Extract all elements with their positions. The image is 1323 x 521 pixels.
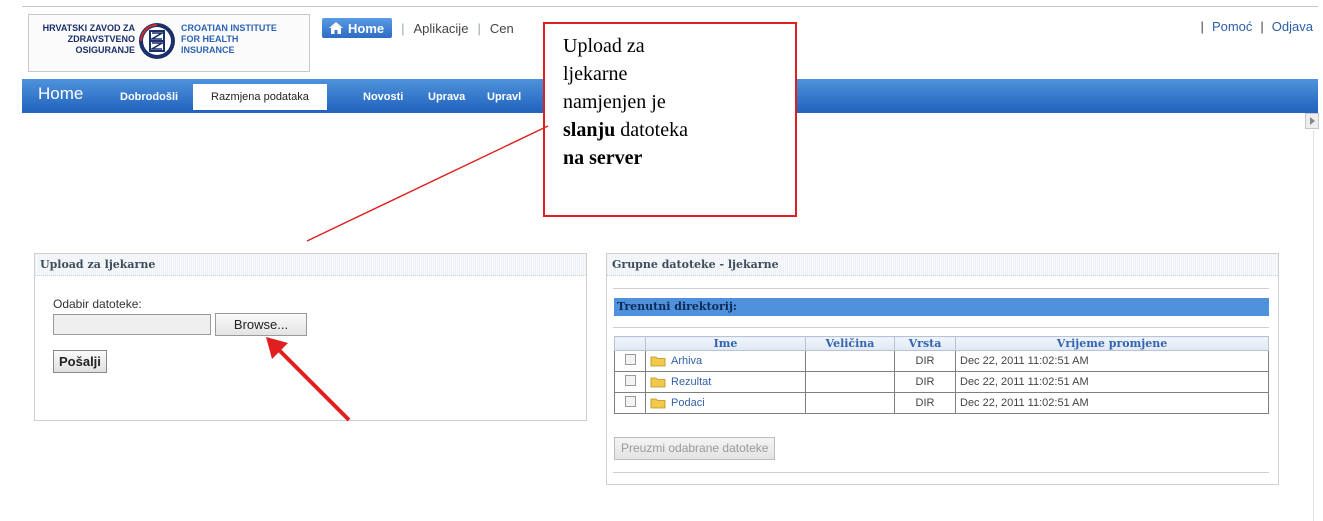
column-size[interactable]: Veličina xyxy=(805,336,895,351)
link-separator: | xyxy=(1260,19,1264,34)
nav-separator: | xyxy=(477,20,481,36)
callout-line: slanju datoteka xyxy=(563,116,777,144)
pomoc-link[interactable]: Pomoć xyxy=(1212,19,1252,34)
browse-button[interactable]: Browse... xyxy=(215,313,307,336)
top-divider xyxy=(22,6,1318,7)
folder-icon xyxy=(650,356,666,367)
home-button[interactable]: Home xyxy=(322,18,393,38)
send-button[interactable]: Pošalji xyxy=(53,350,107,373)
house-icon xyxy=(329,22,343,34)
odjava-link[interactable]: Odjava xyxy=(1272,19,1313,34)
tab-razmjena-podataka[interactable]: Razmjena podataka xyxy=(193,84,327,110)
aplikacije-link[interactable]: Aplikacije xyxy=(414,21,469,36)
group-files-panel: Grupne datoteke - ljekarne Trenutni dire… xyxy=(606,253,1279,485)
tab-dobrodosli[interactable]: Dobrodošli xyxy=(114,84,184,110)
table-row[interactable]: Podaci DIR Dec 22, 2011 11:02:51 AM xyxy=(614,392,1269,414)
cen-link[interactable]: Cen xyxy=(490,21,514,36)
folder-icon xyxy=(650,377,666,388)
callout-pointer-line xyxy=(306,125,549,242)
hzzo-logo[interactable]: HRVATSKI ZAVOD ZA ZDRAVSTVENO OSIGURANJE… xyxy=(28,14,310,72)
file-size xyxy=(805,371,895,393)
table-row[interactable]: Arhiva DIR Dec 22, 2011 11:02:51 AM xyxy=(614,350,1269,372)
file-name[interactable]: Arhiva xyxy=(671,355,702,367)
file-modified: Dec 22, 2011 11:02:51 AM xyxy=(955,371,1269,393)
divider xyxy=(613,472,1269,473)
divider xyxy=(613,288,1269,289)
chevron-right-icon[interactable] xyxy=(1305,113,1319,129)
column-modified[interactable]: Vrijeme promjene xyxy=(955,336,1269,351)
tab-novosti[interactable]: Novosti xyxy=(357,84,409,110)
table-row[interactable]: Rezultat DIR Dec 22, 2011 11:02:51 AM xyxy=(614,371,1269,393)
annotation-callout: Upload za ljekarne namjenjen je slanju d… xyxy=(543,22,797,217)
table-header-row: Ime Veličina Vrsta Vrijeme promjene xyxy=(614,336,1269,351)
top-navigation: Home | Aplikacije | Cen xyxy=(322,17,514,39)
file-name[interactable]: Podaci xyxy=(671,397,705,409)
link-separator: | xyxy=(1200,19,1204,34)
file-select-label: Odabir datoteke: xyxy=(53,297,142,311)
column-select xyxy=(614,336,646,351)
file-path-input[interactable] xyxy=(53,314,211,335)
logo-english-text: CROATIAN INSTITUTE FOR HEALTH INSURANCE xyxy=(181,23,277,55)
hzzo-emblem-icon xyxy=(139,23,175,59)
column-name[interactable]: Ime xyxy=(645,336,806,351)
divider xyxy=(613,327,1269,328)
upload-panel: Upload za ljekarne Odabir datoteke: Brow… xyxy=(34,253,587,421)
row-checkbox[interactable] xyxy=(624,396,636,407)
row-checkbox[interactable] xyxy=(624,354,636,365)
file-type: DIR xyxy=(894,350,956,372)
callout-line: na server xyxy=(563,144,777,172)
logo-croatian-text: HRVATSKI ZAVOD ZA ZDRAVSTVENO OSIGURANJE xyxy=(42,23,135,55)
file-modified: Dec 22, 2011 11:02:51 AM xyxy=(955,350,1269,372)
tab-uprava[interactable]: Uprava xyxy=(422,84,471,110)
upload-panel-title: Upload za ljekarne xyxy=(35,254,586,276)
file-type: DIR xyxy=(894,371,956,393)
files-table: Ime Veličina Vrsta Vrijeme promjene Arhi… xyxy=(614,336,1269,414)
callout-line: namjenjen je xyxy=(563,91,666,113)
tab-upravljanje[interactable]: Upravl xyxy=(481,84,527,110)
nav-separator: | xyxy=(401,20,405,36)
file-modified: Dec 22, 2011 11:02:51 AM xyxy=(955,392,1269,414)
column-type[interactable]: Vrsta xyxy=(894,336,956,351)
callout-bold-text: na server xyxy=(563,147,643,169)
right-divider xyxy=(1313,130,1314,521)
callout-line: ljekarne xyxy=(563,63,628,85)
callout-bold-text: slanju xyxy=(563,119,616,141)
current-directory-bar: Trenutni direktorij: xyxy=(614,298,1269,316)
tabbar-title: Home xyxy=(38,84,84,103)
row-checkbox[interactable] xyxy=(624,375,636,386)
callout-text: datoteka xyxy=(615,119,688,141)
top-right-links: | Pomoć | Odjava xyxy=(1201,19,1313,34)
callout-line: Upload za xyxy=(563,35,645,57)
file-type: DIR xyxy=(894,392,956,414)
home-button-label: Home xyxy=(348,20,385,36)
file-size xyxy=(805,350,895,372)
group-files-title: Grupne datoteke - ljekarne xyxy=(607,254,1278,276)
download-selected-button[interactable]: Preuzmi odabrane datoteke xyxy=(614,437,776,460)
folder-icon xyxy=(650,398,666,409)
file-size xyxy=(805,392,895,414)
file-name[interactable]: Rezultat xyxy=(671,376,711,388)
